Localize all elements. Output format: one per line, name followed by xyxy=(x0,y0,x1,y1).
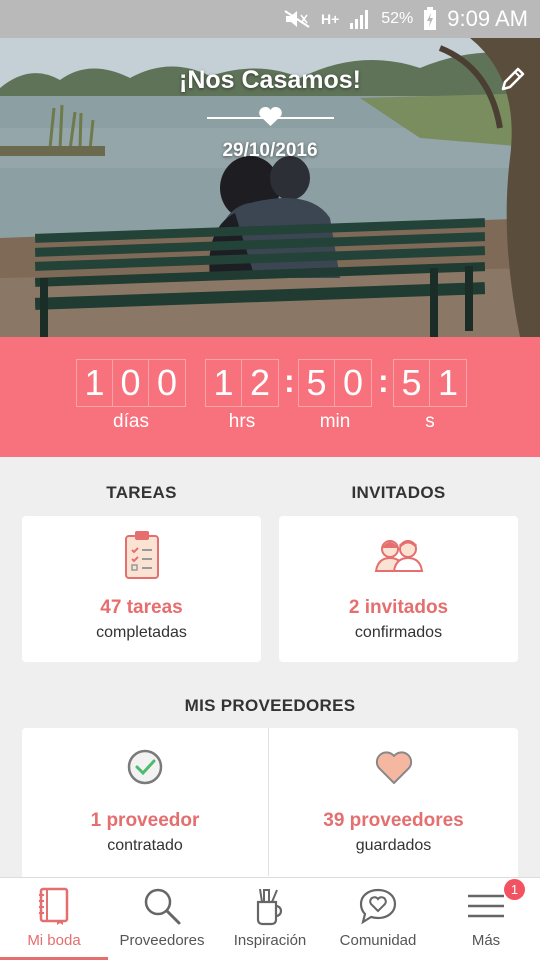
wedding-date: 29/10/2016 xyxy=(222,140,318,161)
nav-label: Proveedores xyxy=(119,932,205,949)
nav-label: Inspiración xyxy=(233,932,307,949)
digit: 5 xyxy=(299,360,335,406)
guests-card[interactable]: 2 invitados confirmados xyxy=(279,516,518,662)
guests-sub: confirmados xyxy=(354,624,443,641)
tasks-sub: completadas xyxy=(96,624,187,641)
providers-hired[interactable]: 1 proveedor contratado xyxy=(22,728,268,876)
nav-label: Comunidad xyxy=(339,932,417,949)
check-circle-icon xyxy=(127,749,163,785)
providers-hired-sub: contratado xyxy=(107,837,183,854)
mute-icon xyxy=(283,9,311,29)
notification-badge: 1 xyxy=(504,879,525,900)
network-type: H+ xyxy=(320,11,340,27)
seconds-digits: 5 1 xyxy=(393,359,467,407)
inspiration-icon xyxy=(256,888,283,926)
bottom-navigation: Mi boda Proveedores Inspiración Comunida… xyxy=(0,877,540,960)
digit: 1 xyxy=(437,362,459,403)
battery-percent: 52% xyxy=(381,10,414,27)
days-digits: 1 0 0 xyxy=(76,359,186,407)
days-label: días xyxy=(113,411,149,432)
clock: 9:09 AM xyxy=(447,6,528,31)
guests-count: 2 invitados xyxy=(348,597,449,618)
nav-item-inspiracion[interactable]: Inspiración xyxy=(216,878,324,960)
seconds-label: s xyxy=(425,411,435,432)
digit: 2 xyxy=(249,362,271,403)
digit: 0 xyxy=(113,360,149,406)
tasks-card[interactable]: 47 tareas completadas xyxy=(22,516,261,662)
notebook-icon xyxy=(39,887,69,925)
digit: 5 xyxy=(394,360,430,406)
nav-label: Mi boda xyxy=(27,932,81,949)
providers-saved-sub: guardados xyxy=(355,837,432,854)
edit-pencil-icon[interactable] xyxy=(498,64,528,94)
search-icon xyxy=(144,888,181,925)
nav-label: Más xyxy=(471,932,501,949)
digit: 0 xyxy=(156,362,178,403)
hours-label: hrs xyxy=(228,411,256,432)
hero-title: ¡Nos Casamos! xyxy=(179,66,361,94)
colon-separator: : xyxy=(284,363,295,399)
clipboard-checklist-icon xyxy=(124,531,159,579)
battery-charging-icon xyxy=(423,7,437,31)
guests-couple-icon xyxy=(374,540,423,572)
status-bar: H+ 52% 9:09 AM xyxy=(0,0,540,38)
menu-icon xyxy=(468,894,504,918)
heart-icon xyxy=(375,751,412,784)
providers-hired-count: 1 proveedor xyxy=(90,810,200,831)
digit: 1 xyxy=(206,360,242,406)
tasks-count: 47 tareas xyxy=(100,597,183,618)
tasks-heading: TAREAS xyxy=(106,483,177,502)
nav-item-mi-boda[interactable]: Mi boda xyxy=(0,878,108,960)
guests-heading: INVITADOS xyxy=(351,483,446,502)
minutes-label: min xyxy=(319,411,351,432)
nav-item-proveedores[interactable]: Proveedores xyxy=(108,878,216,960)
hero-photo: ¡Nos Casamos! 29/10/2016 xyxy=(0,38,540,337)
digit: 1 xyxy=(77,360,113,406)
minutes-digits: 5 0 xyxy=(298,359,372,407)
countdown-panel: 1 0 0 1 2 : 5 0 : 5 1 días hrs min s xyxy=(0,337,540,457)
providers-saved-count: 39 proveedores xyxy=(323,810,464,831)
chat-heart-icon xyxy=(359,888,397,925)
hours-digits: 1 2 xyxy=(205,359,279,407)
providers-saved[interactable]: 39 proveedores guardados xyxy=(269,728,518,876)
providers-heading: MIS PROVEEDORES xyxy=(184,696,356,715)
signal-icon xyxy=(349,8,371,30)
heart-divider-icon xyxy=(207,106,334,126)
colon-separator: : xyxy=(378,363,389,399)
nav-item-comunidad[interactable]: Comunidad xyxy=(324,878,432,960)
digit: 0 xyxy=(342,362,364,403)
